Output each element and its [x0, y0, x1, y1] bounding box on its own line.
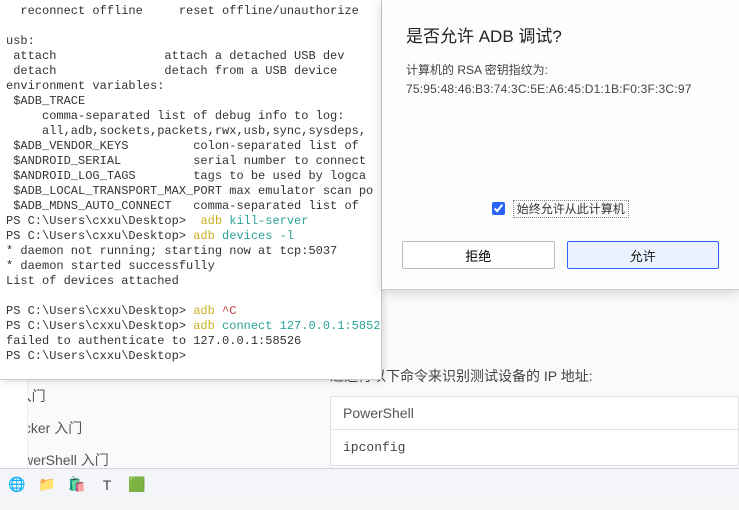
allow-button[interactable]: 允许	[567, 241, 720, 269]
taskbar-app-icon[interactable]: 📁	[36, 474, 58, 496]
taskbar-app-icon[interactable]: 🌐	[6, 474, 28, 496]
adb-auth-dialog: 是否允许 ADB 调试? 计算机的 RSA 密钥指纹为: 75:95:48:46…	[382, 0, 739, 290]
fingerprint-value: 75:95:48:46:B3:74:3C:5E:A6:45:D1:1B:F0:3…	[406, 82, 715, 96]
always-allow-label[interactable]: 始终允许从此计算机	[513, 200, 629, 218]
taskbar-app-icon[interactable]: 🟩	[126, 474, 148, 496]
taskbar-app-icon[interactable]: 🛍️	[66, 474, 88, 496]
terminal-window[interactable]: reconnect offline reset offline/unauthor…	[0, 0, 382, 380]
taskbar-app-icon[interactable]: T	[96, 474, 118, 496]
taskbar: 🌐 📁 🛍️ T 🟩	[0, 468, 739, 500]
code-content: ipconfig	[331, 430, 738, 465]
dialog-title: 是否允许 ADB 调试?	[406, 22, 715, 47]
code-lang-label: PowerShell	[331, 397, 738, 430]
fingerprint-label: 计算机的 RSA 密钥指纹为:	[406, 61, 715, 78]
doc-text: 过运行以下命令来识别测试设备的 IP 地址:	[330, 366, 739, 386]
nav-intro[interactable]: # 入门	[0, 380, 320, 412]
code-block: PowerShell ipconfig	[330, 396, 739, 466]
always-allow-checkbox[interactable]	[492, 202, 505, 215]
nav-docker[interactable]: Docker 入门	[0, 412, 320, 444]
deny-button[interactable]: 拒绝	[402, 241, 555, 269]
terminal-output: reconnect offline reset offline/unauthor…	[0, 0, 381, 368]
